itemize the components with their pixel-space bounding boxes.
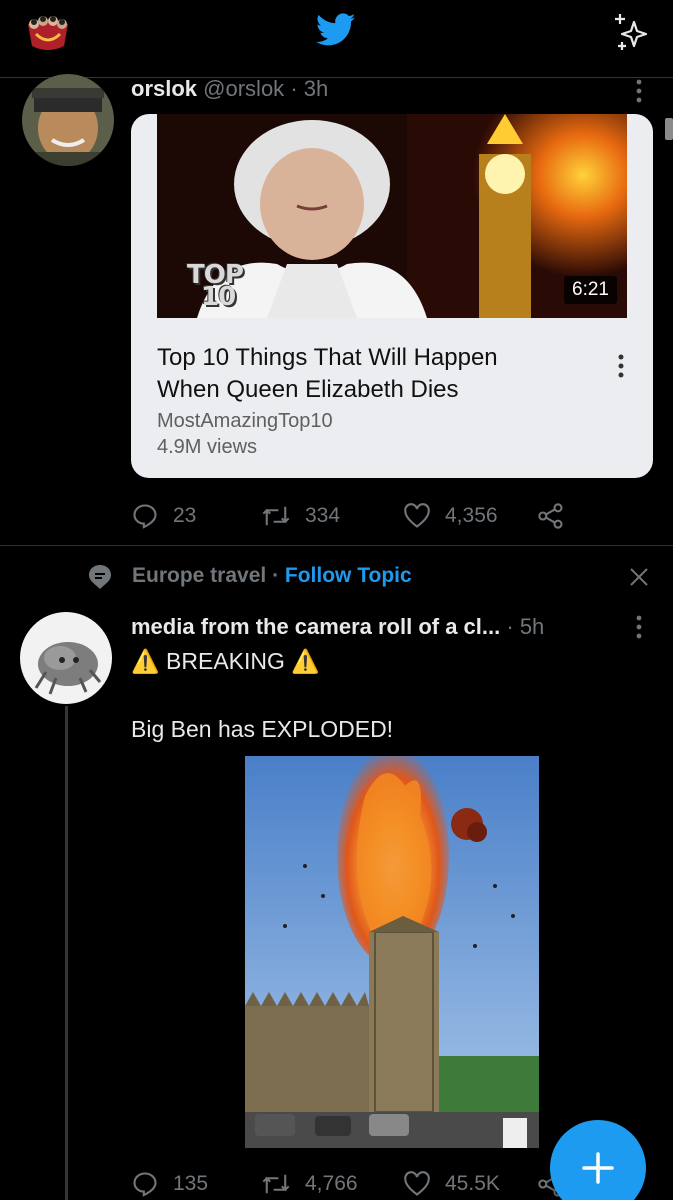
tweet[interactable]: orslok @orslok · 3h TOP 10 6:21 Top 10 T… [0, 74, 673, 546]
avatar[interactable] [20, 612, 112, 704]
video-more-icon[interactable] [617, 354, 625, 378]
plus-icon [582, 1152, 614, 1184]
reply-count: 23 [173, 504, 197, 527]
heart-icon [404, 1171, 430, 1196]
video-title[interactable]: Top 10 Things That Will Happen When Quee… [157, 342, 577, 406]
tweet-actions: 23 334 4,356 [131, 498, 631, 534]
tweet-text-line: ⚠️ BREAKING ⚠️ [131, 648, 320, 674]
follow-topic-link[interactable]: Follow Topic [285, 564, 412, 587]
tweet[interactable]: media from the camera roll of a cl... · … [0, 600, 673, 1200]
twitter-bird-icon[interactable] [315, 12, 356, 48]
reply-button[interactable]: 135 [131, 1166, 208, 1200]
topic-name[interactable]: Europe travel [132, 564, 266, 587]
tweet-header: orslok @orslok · 3h [131, 76, 328, 102]
tweet-text-line: Big Ben has EXPLODED! [131, 716, 394, 742]
retweet-count: 334 [305, 504, 341, 527]
handle[interactable]: @orslok [203, 76, 284, 101]
thumbnail-logo: TOP 10 [187, 260, 244, 312]
account-avatar[interactable] [20, 12, 76, 56]
retweet-count: 4,766 [305, 1172, 358, 1195]
reply-count: 135 [173, 1172, 209, 1195]
share-icon [538, 503, 563, 529]
scrollbar[interactable] [665, 118, 673, 140]
reply-button[interactable]: 23 [131, 498, 196, 534]
reply-icon [133, 504, 157, 529]
timestamp[interactable]: 3h [304, 76, 328, 101]
like-count: 4,356 [445, 504, 498, 527]
avatar[interactable] [22, 74, 114, 166]
display-name[interactable]: media from the camera roll of a cl... [131, 614, 500, 639]
more-options-icon[interactable] [633, 78, 645, 104]
retweet-button[interactable]: 4,766 [261, 1166, 358, 1200]
like-button[interactable]: 45.5K [403, 1166, 500, 1200]
video-channel: MostAmazingTop10 [157, 410, 333, 432]
timestamp[interactable]: 5h [520, 614, 544, 639]
topic-label: Europe travel · Follow Topic [132, 564, 412, 588]
topic-separator: · [272, 564, 280, 587]
display-name[interactable]: orslok [131, 76, 197, 101]
share-button[interactable] [537, 498, 579, 534]
video-duration: 6:21 [564, 276, 617, 304]
like-count: 45.5K [445, 1172, 500, 1195]
separator: · [506, 614, 514, 639]
top-header [0, 0, 673, 78]
retweet-icon [262, 506, 290, 526]
reply-icon [133, 1172, 157, 1197]
retweet-icon [262, 1174, 290, 1194]
like-button[interactable]: 4,356 [403, 498, 498, 534]
tweet-header: media from the camera roll of a cl... · … [131, 614, 544, 640]
tweet-media-image[interactable] [245, 756, 539, 1148]
video-views: 4.9M views [157, 436, 258, 458]
video-thumbnail[interactable]: TOP 10 6:21 [157, 114, 627, 318]
topic-context: Europe travel · Follow Topic [0, 560, 673, 594]
thread-line [65, 706, 68, 1200]
more-options-icon[interactable] [633, 614, 645, 640]
compose-tweet-button[interactable] [550, 1120, 646, 1200]
topic-icon [88, 564, 112, 590]
sparkle-icon[interactable] [608, 8, 654, 54]
retweet-button[interactable]: 334 [261, 498, 340, 534]
video-card[interactable]: TOP 10 6:21 Top 10 Things That Will Happ… [131, 114, 653, 478]
separator: · [290, 76, 298, 101]
close-icon[interactable] [628, 566, 650, 588]
heart-icon [404, 503, 430, 528]
